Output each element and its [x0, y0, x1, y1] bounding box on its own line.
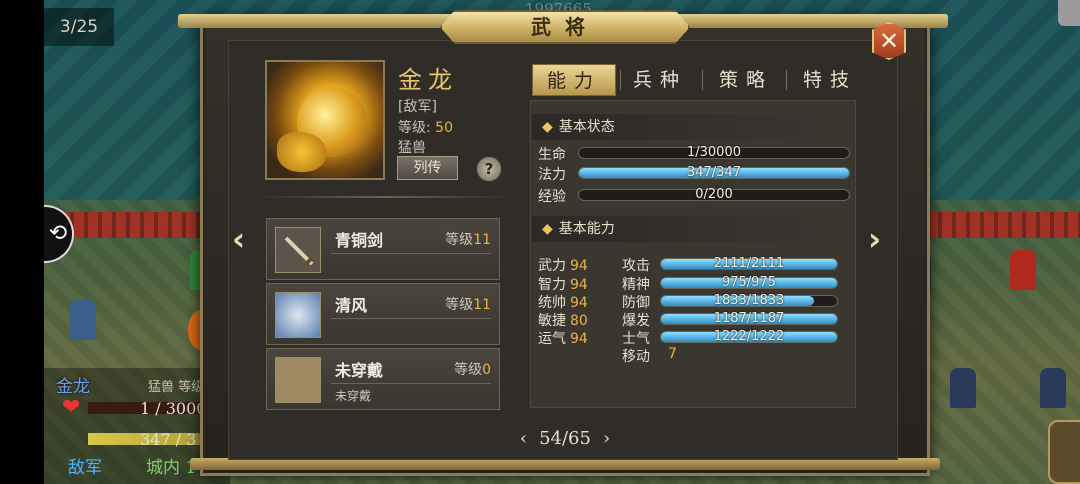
tab-separator	[702, 70, 703, 90]
window-title-plate: 武将	[440, 10, 690, 44]
unit-location: 城内 1	[146, 458, 197, 478]
screen-notch-bar	[0, 0, 44, 484]
pager: ‹ 54/65 ›	[500, 428, 630, 449]
hero-level-value: 50	[435, 120, 453, 136]
tab-strategy[interactable]: 策略	[704, 64, 788, 96]
prev-general-arrow-icon[interactable]: ‹	[232, 220, 245, 258]
diamond-icon: ◆	[542, 119, 553, 135]
prev-page-button[interactable]: ‹	[520, 428, 527, 449]
basic-ability-header: ◆ 基本能力	[532, 216, 832, 242]
tab-separator	[786, 70, 787, 90]
hp-bar: 1/30000	[578, 145, 850, 160]
defense-bar: 1833/1833	[660, 293, 838, 308]
burst-bar: 1187/1187	[660, 311, 838, 326]
equipment-slot-weapon[interactable]: 青铜剑 等级11	[266, 218, 500, 280]
hero-level-label: 等级:	[398, 120, 431, 136]
attack-value: 2111/2111	[713, 256, 785, 271]
soldier-unit	[950, 368, 976, 408]
move-value: 7	[668, 346, 677, 362]
unit-type: 猛兽 等级	[148, 380, 205, 395]
equipment-name: 青铜剑	[335, 231, 384, 250]
divider	[258, 196, 512, 198]
close-button[interactable]: ✕	[872, 22, 906, 60]
attack-label: 攻击	[622, 258, 650, 274]
attr-intelligence: 智力 94	[538, 277, 588, 293]
burst-value: 1187/1187	[713, 311, 785, 326]
action-button[interactable]	[1048, 420, 1080, 484]
spirit-bar: 975/975	[660, 275, 838, 290]
dragon-body-icon	[277, 132, 327, 172]
mp-bar: 347/347	[578, 165, 850, 180]
equipment-slot-mount[interactable]: 清风 等级11	[266, 283, 500, 345]
game-screen: { "hud": { "page_counter": "3/25", "top_…	[0, 0, 1080, 484]
refresh-icon: ⟲	[48, 221, 68, 246]
defense-label: 防御	[622, 295, 650, 311]
attack-bar: 2111/2111	[660, 256, 838, 271]
spirit-label: 精神	[622, 277, 650, 293]
beast-icon	[275, 292, 321, 338]
equipment-name: 清风	[335, 296, 368, 315]
equipment-sub: 未穿戴	[335, 389, 372, 403]
diamond-icon: ◆	[542, 221, 553, 237]
attr-leadership: 统帅 94	[538, 295, 588, 311]
exp-value: 0/200	[695, 187, 733, 202]
tab-troops[interactable]: 兵种	[618, 64, 702, 96]
mp-value: 347/347	[686, 165, 741, 180]
biography-button[interactable]: 列传	[397, 156, 458, 180]
soldier-unit	[1040, 368, 1066, 408]
unit-name: 金龙	[56, 377, 90, 397]
hero-name: 金龙	[398, 66, 458, 94]
hero-faction: [敌军]	[398, 99, 437, 115]
heart-icon: ❤	[62, 395, 81, 420]
sword-icon	[275, 227, 321, 273]
help-button[interactable]: ?	[476, 156, 502, 182]
morale-label: 士气	[622, 331, 650, 347]
attr-strength: 武力 94	[538, 258, 588, 274]
hp-label: 生命	[538, 147, 566, 163]
hero-level: 等级: 50	[398, 117, 453, 137]
hp-value: 1/30000	[686, 145, 741, 160]
spirit-value: 975/975	[721, 275, 776, 290]
equipment-divider	[331, 253, 491, 254]
enemy-general-unit	[1010, 250, 1036, 290]
equipment-slot-armor[interactable]: 未穿戴 等级0 未穿戴	[266, 348, 500, 410]
equipment-level: 等级11	[445, 297, 491, 313]
move-label: 移动	[622, 349, 650, 365]
hero-portrait	[265, 60, 385, 180]
empty-slot-icon	[275, 357, 321, 403]
unit-mp-text: 347 / 3	[140, 430, 197, 449]
mp-label: 法力	[538, 167, 566, 183]
tab-ability[interactable]: 能力	[532, 64, 616, 96]
equipment-divider	[331, 318, 491, 319]
tab-skills[interactable]: 特技	[788, 64, 872, 96]
morale-bar: 1222/1222	[660, 329, 838, 344]
morale-value: 1222/1222	[713, 329, 785, 344]
hero-category: 猛兽	[398, 140, 426, 156]
attr-luck: 运气 94	[538, 331, 588, 347]
attr-agility: 敏捷 80	[538, 313, 588, 329]
burst-label: 爆发	[622, 313, 650, 329]
equipment-divider	[331, 383, 491, 384]
menu-button[interactable]	[1058, 0, 1080, 26]
exp-label: 经验	[538, 189, 566, 205]
close-icon: ✕	[878, 27, 900, 55]
equipment-name: 未穿戴	[335, 361, 384, 380]
defense-value: 1833/1833	[713, 293, 785, 308]
cavalry-unit	[70, 300, 96, 340]
next-page-button[interactable]: ›	[603, 428, 610, 449]
equipment-level: 等级11	[445, 232, 491, 248]
exp-bar: 0/200	[578, 187, 850, 202]
page-indicator: 54/65	[539, 428, 591, 449]
unit-hp-text: 1 / 3000	[140, 399, 207, 418]
basic-status-header: ◆ 基本状态	[532, 114, 832, 140]
next-general-arrow-icon[interactable]: ›	[868, 220, 881, 258]
equipment-level: 等级0	[454, 362, 491, 378]
window-title: 武将	[531, 15, 599, 39]
unit-side: 敌军	[68, 458, 102, 478]
turn-counter: 3/25	[44, 8, 114, 46]
